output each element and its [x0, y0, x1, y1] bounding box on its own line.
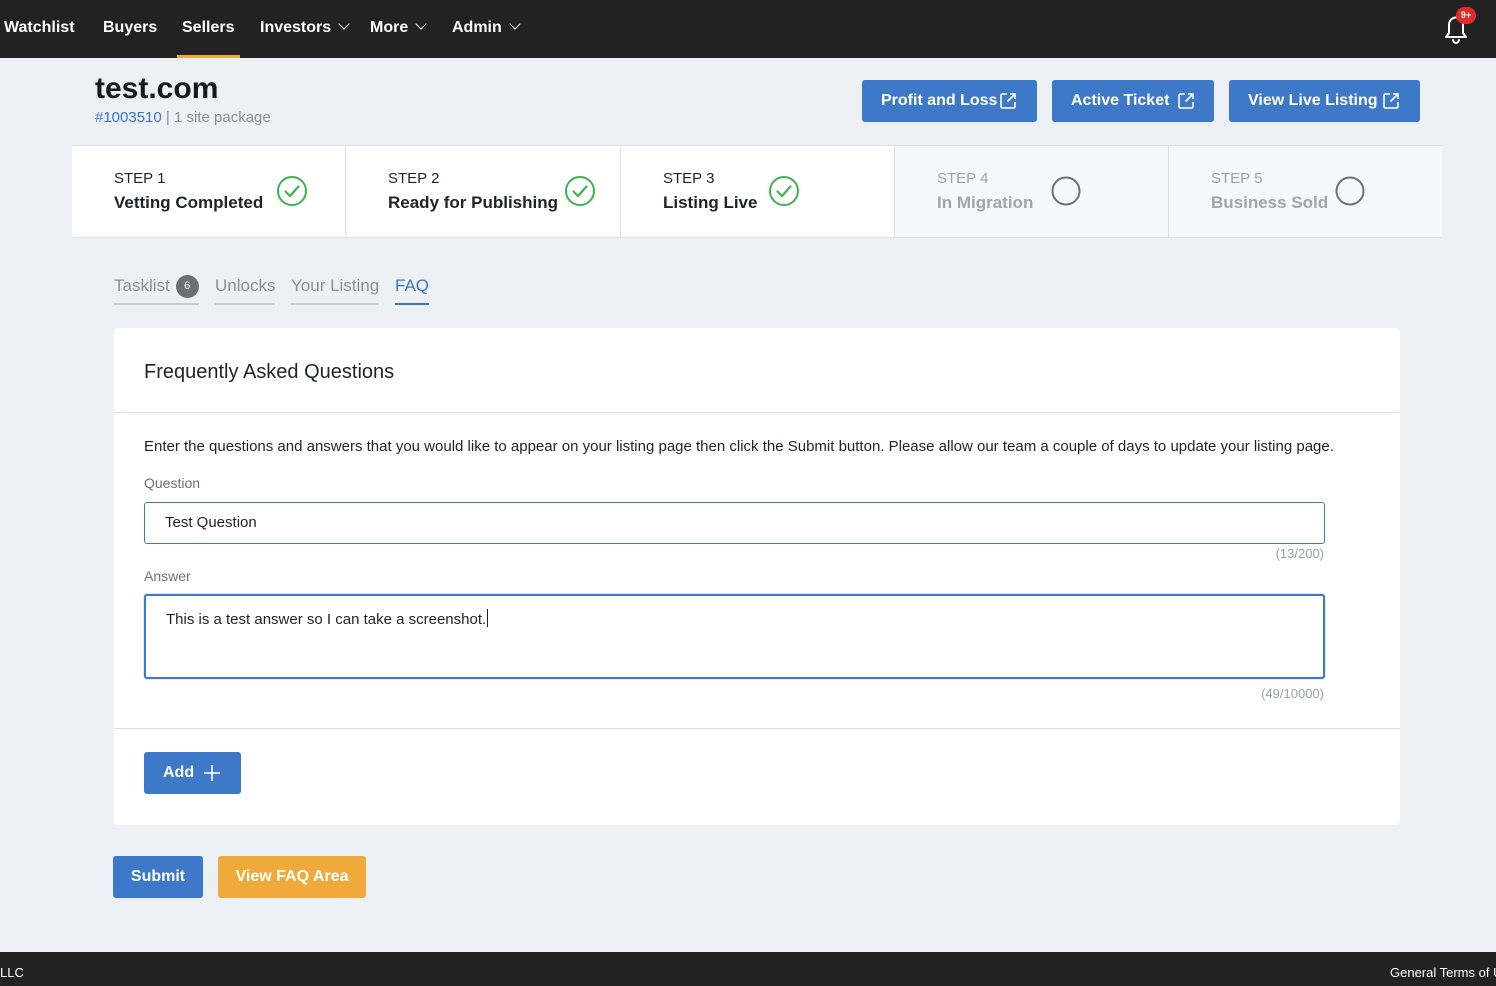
divider	[114, 728, 1400, 729]
nav-admin-label: Admin	[452, 19, 502, 36]
active-ticket-button[interactable]: Active Ticket	[1052, 80, 1214, 122]
profit-and-loss-label: Profit and Loss	[881, 92, 998, 109]
step-5: STEP 5 Business Sold	[1169, 146, 1442, 237]
nav-admin[interactable]: Admin	[452, 0, 521, 58]
answer-text: This is a test answer so I can take a sc…	[166, 611, 487, 628]
footer-terms-link[interactable]: General Terms of Use	[1390, 965, 1496, 980]
step-2: STEP 2 Ready for Publishing	[346, 146, 621, 237]
step-name: Listing Live	[663, 193, 758, 212]
step-4: STEP 4 In Migration	[895, 146, 1169, 237]
profit-and-loss-button[interactable]: Profit and Loss	[862, 80, 1037, 122]
nav-watchlist[interactable]: Watchlist	[4, 0, 75, 58]
active-ticket-label: Active Ticket	[1071, 92, 1170, 109]
question-label: Question	[144, 475, 201, 491]
tab-unlocks[interactable]: Unlocks	[215, 276, 276, 305]
notification-badge: 9+	[1456, 7, 1476, 24]
nav-more[interactable]: More	[370, 0, 427, 58]
plus-icon	[204, 765, 220, 781]
listing-meta: #1003510 | 1 site package	[95, 109, 271, 126]
tab-tasklist[interactable]: Tasklist 6	[114, 275, 199, 305]
submit-button[interactable]: Submit	[113, 856, 203, 898]
nav-sellers[interactable]: Sellers	[176, 0, 242, 58]
step-number: STEP 2	[388, 170, 440, 187]
step-name: Vetting Completed	[114, 193, 264, 212]
empty-circle-icon	[1051, 176, 1081, 206]
faq-instructions: Enter the questions and answers that you…	[144, 438, 1334, 455]
step-number: STEP 3	[663, 170, 715, 187]
faq-card: Frequently Asked Questions Enter the que…	[114, 328, 1400, 825]
step-name: In Migration	[937, 193, 1034, 212]
progress-steps: STEP 1 Vetting Completed STEP 2 Ready fo…	[72, 145, 1442, 238]
tab-your-listing[interactable]: Your Listing	[291, 276, 380, 305]
external-link-icon	[1000, 93, 1016, 109]
tasklist-count-badge: 6	[175, 275, 199, 298]
top-nav: Watchlist Buyers Sellers Investors More …	[0, 0, 1496, 58]
divider	[114, 412, 1400, 413]
chevron-down-icon	[415, 18, 427, 30]
package-label: 1 site package	[174, 109, 271, 126]
listing-id-link[interactable]: #1003510	[95, 109, 162, 126]
answer-char-counter: (49/10000)	[1261, 686, 1324, 701]
card-title: Frequently Asked Questions	[144, 361, 395, 383]
answer-textarea[interactable]: This is a test answer so I can take a sc…	[144, 594, 1325, 679]
question-char-counter: (13/200)	[1275, 546, 1324, 561]
footer: LLC General Terms of Use	[0, 952, 1496, 986]
answer-label: Answer	[144, 568, 191, 584]
check-circle-icon	[769, 176, 799, 206]
check-circle-icon	[565, 176, 595, 206]
empty-circle-icon	[1335, 176, 1365, 206]
step-name: Ready for Publishing	[388, 193, 559, 212]
nav-investors[interactable]: Investors	[260, 0, 350, 58]
step-number: STEP 4	[937, 170, 989, 187]
page-title: test.com	[95, 72, 219, 105]
nav-more-label: More	[370, 19, 409, 36]
view-faq-area-button[interactable]: View FAQ Area	[218, 856, 366, 898]
chevron-down-icon	[338, 18, 350, 30]
external-link-icon	[1178, 93, 1194, 109]
view-live-listing-button[interactable]: View Live Listing	[1229, 80, 1420, 122]
chevron-down-icon	[509, 18, 521, 30]
step-1: STEP 1 Vetting Completed	[72, 146, 346, 237]
question-input[interactable]: Test Question	[144, 502, 1325, 544]
step-number: STEP 5	[1211, 170, 1263, 187]
meta-separator: |	[165, 109, 170, 126]
external-link-icon	[1383, 93, 1399, 109]
step-number: STEP 1	[114, 170, 166, 187]
tab-faq[interactable]: FAQ	[395, 276, 430, 305]
tab-tasklist-label: Tasklist	[114, 276, 170, 295]
add-faq-button[interactable]: Add	[144, 752, 241, 794]
view-live-listing-label: View Live Listing	[1248, 92, 1378, 109]
nav-investors-label: Investors	[260, 19, 332, 36]
step-name: Business Sold	[1211, 193, 1329, 212]
check-circle-icon	[277, 176, 307, 206]
add-label: Add	[163, 764, 195, 781]
nav-buyers[interactable]: Buyers	[103, 0, 157, 58]
step-3: STEP 3 Listing Live	[621, 146, 895, 237]
text-caret	[487, 609, 489, 627]
footer-company: LLC	[0, 965, 24, 980]
